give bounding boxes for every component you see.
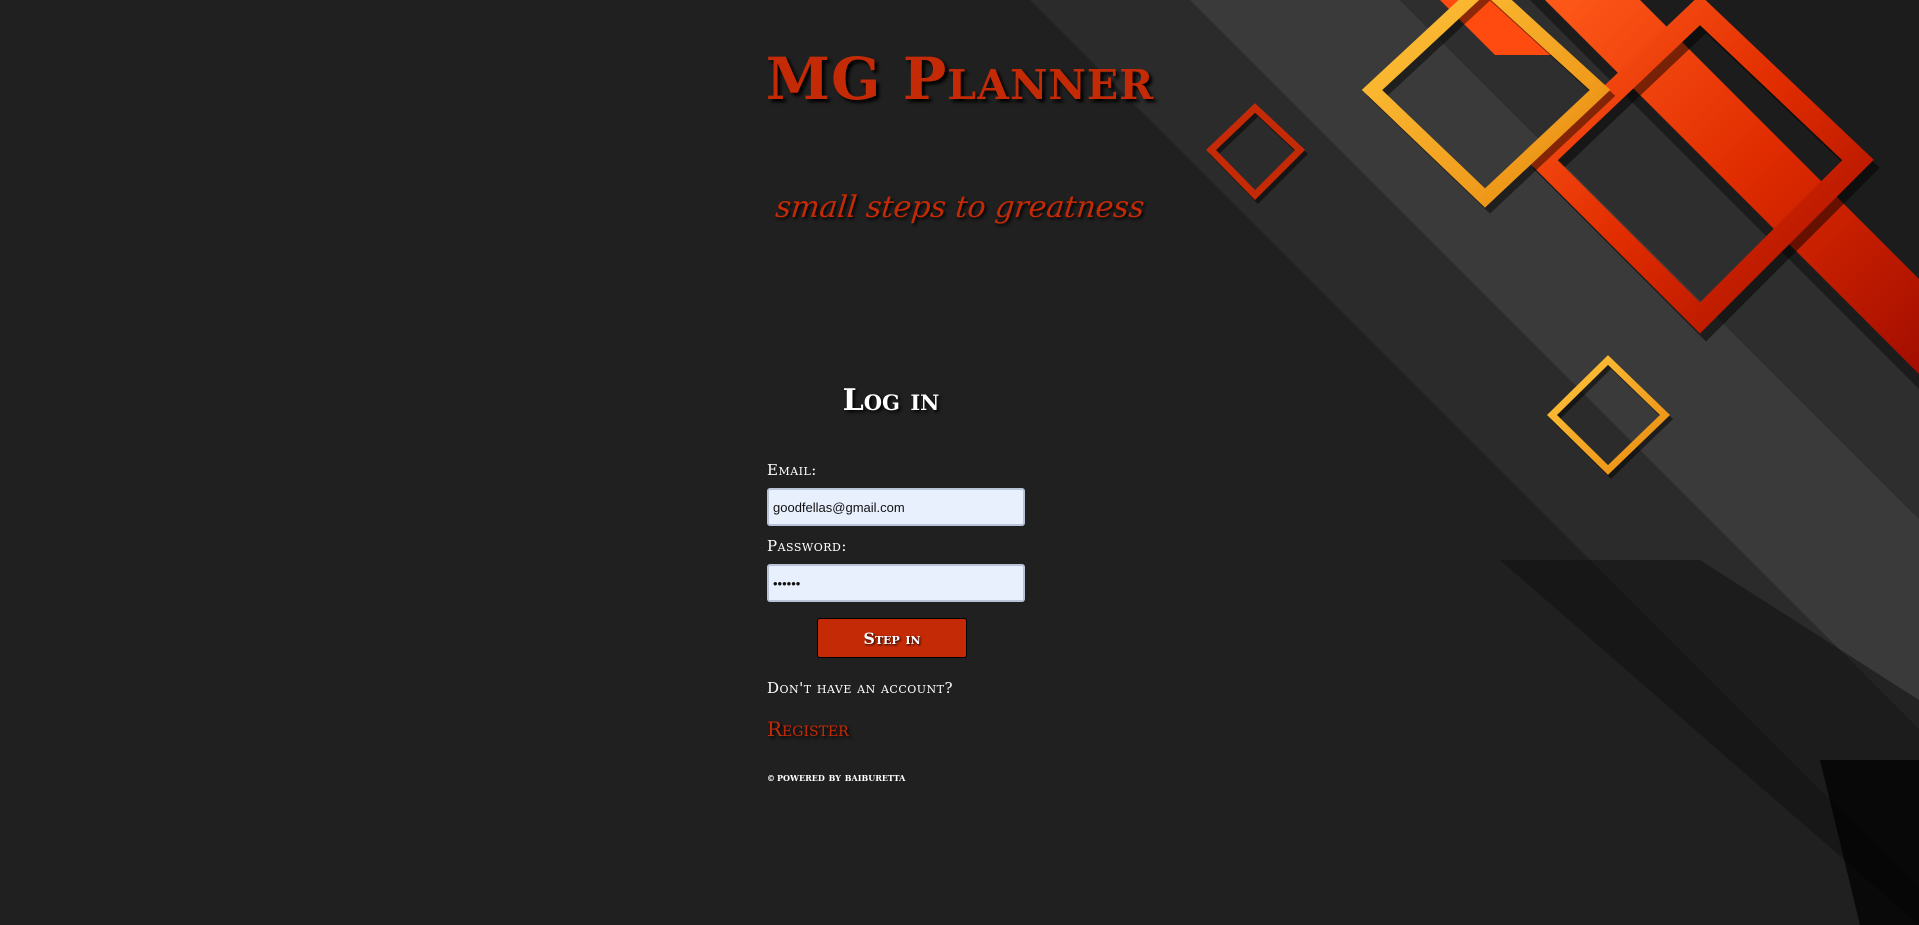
email-label: Email: [767,461,817,479]
copyright-icon: © [767,773,775,783]
gold-diamond-large [1361,0,1616,214]
gold-diamond-small [1547,355,1674,479]
red-diamond-large [1526,0,1880,342]
login-heading: Log in [842,383,940,418]
login-page: MG Planner small steps to greatness Log … [0,0,1919,925]
register-link[interactable]: Register [767,717,849,741]
diagonal-band-shadow [1500,560,1919,925]
footer-text: powered by baiburetta [777,771,906,784]
red-stripe-upper [1440,0,1560,55]
password-label: Password: [767,537,847,555]
password-field[interactable] [767,564,1025,602]
diagonal-band-1 [1030,0,1919,889]
footer: © powered by baiburetta [767,771,1027,785]
diagonal-band-2 [1190,0,1919,729]
login-form: Email: Password: Step in Don't have an a… [767,460,1027,784]
email-field[interactable] [767,488,1025,526]
red-diamond-small [1206,103,1309,204]
no-account-text: Don't have an account? [767,679,954,697]
step-in-button[interactable]: Step in [817,618,967,658]
diagonal-band-4 [1530,0,1919,389]
diagonal-band-3 [1400,0,1919,519]
app-tagline: small steps to greatness [773,190,1147,225]
red-stripe [1545,0,1919,374]
corner-shade [1820,760,1919,925]
app-title: MG Planner [765,45,1155,113]
